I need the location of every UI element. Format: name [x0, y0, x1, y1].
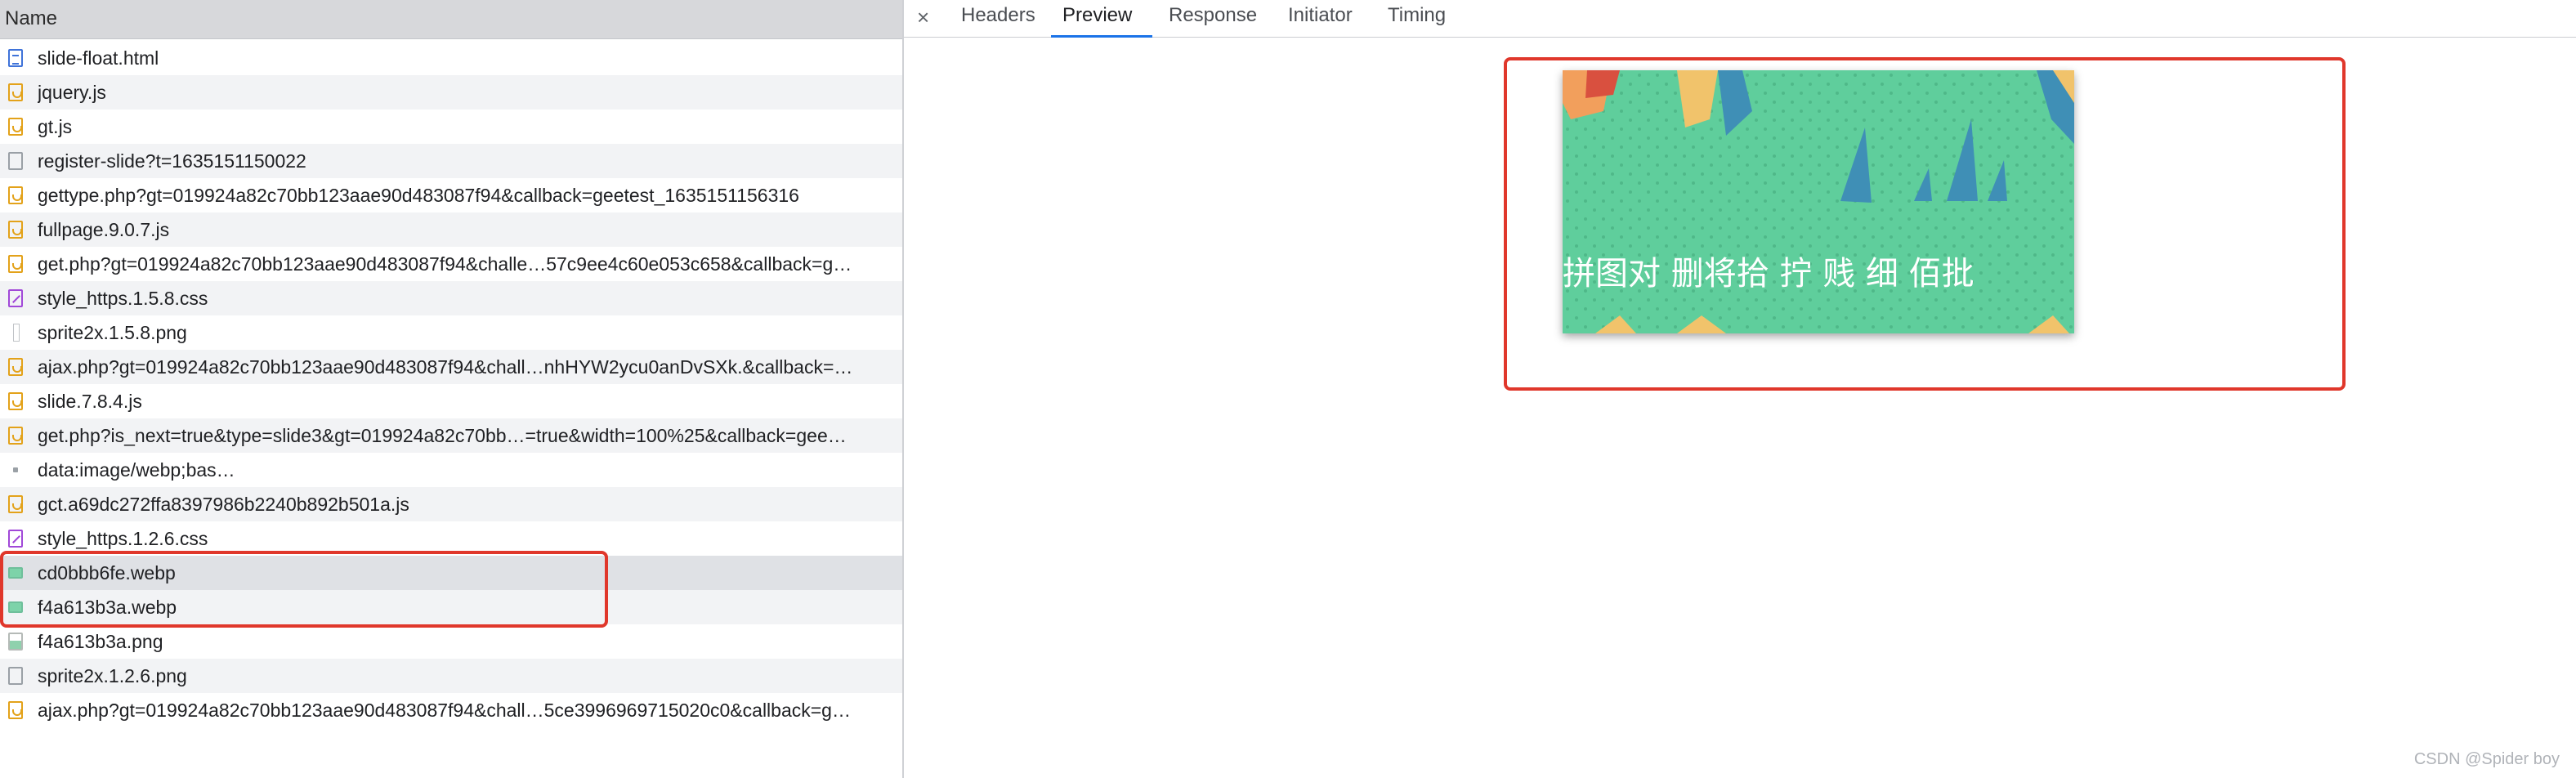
script-icon [8, 186, 23, 204]
document-icon [8, 49, 23, 67]
request-rows: slide-float.html jquery.js gt.js registe… [0, 41, 902, 727]
request-name: f4a613b3a.webp [38, 597, 177, 618]
tab-timing[interactable]: Timing [1388, 4, 1446, 27]
name-column-header[interactable]: Name [0, 0, 902, 39]
request-row[interactable]: sprite2x.1.5.8.png [0, 315, 902, 350]
request-name: gettype.php?gt=019924a82c70bb123aae90d48… [38, 185, 799, 206]
request-row[interactable]: ajax.php?gt=019924a82c70bb123aae90d48308… [0, 693, 902, 727]
data-icon [13, 467, 18, 472]
png-icon [8, 633, 23, 651]
request-row[interactable]: slide.7.8.4.js [0, 384, 902, 418]
request-row[interactable]: get.php?gt=019924a82c70bb123aae90d483087… [0, 247, 902, 281]
close-icon[interactable]: × [917, 5, 929, 29]
captcha-background-image: 拼图对 删将拾 拧 贱 细 佰批 [1563, 70, 2074, 333]
request-row[interactable]: data:image/webp;bas… [0, 453, 902, 487]
image-icon [8, 567, 23, 579]
blank-file-icon [8, 667, 23, 685]
blank-file-icon [8, 152, 23, 170]
stylesheet-icon [8, 530, 23, 548]
request-name: ajax.php?gt=019924a82c70bb123aae90d48308… [38, 700, 851, 721]
script-icon [8, 255, 23, 273]
captcha-caption-text: 拼图对 删将拾 拧 贱 细 佰批 [1563, 255, 1974, 293]
details-panel: × Headers Preview Response Initiator Tim… [904, 0, 2576, 778]
request-name: style_https.1.2.6.css [38, 528, 208, 549]
script-icon [8, 495, 23, 513]
request-name: gt.js [38, 116, 73, 137]
request-name: fullpage.9.0.7.js [38, 219, 170, 240]
request-row-selected[interactable]: cd0bbb6fe.webp [0, 556, 902, 590]
request-row[interactable]: gct.a69dc272ffa8397986b2240b892b501a.js [0, 487, 902, 521]
request-row[interactable]: style_https.1.5.8.css [0, 281, 902, 315]
stylesheet-icon [8, 289, 23, 307]
image-icon [8, 601, 23, 613]
request-row[interactable]: fullpage.9.0.7.js [0, 212, 902, 247]
request-name: register-slide?t=1635151150022 [38, 150, 306, 172]
request-row[interactable]: gettype.php?gt=019924a82c70bb123aae90d48… [0, 178, 902, 212]
request-list-panel: Name slide-float.html jquery.js gt.js re… [0, 0, 902, 778]
thin-image-icon [13, 324, 20, 342]
request-name: sprite2x.1.5.8.png [38, 322, 187, 343]
request-name: get.php?gt=019924a82c70bb123aae90d483087… [38, 253, 852, 275]
puzzle-image-graphic: 拼图对 删将拾 拧 贱 细 佰批 [1563, 70, 2074, 333]
script-icon [8, 427, 23, 445]
script-icon [8, 392, 23, 410]
request-row[interactable]: f4a613b3a.png [0, 624, 902, 659]
request-name: f4a613b3a.png [38, 631, 163, 652]
request-name: slide.7.8.4.js [38, 391, 142, 412]
script-icon [8, 83, 23, 101]
script-icon [8, 701, 23, 719]
request-name: gct.a69dc272ffa8397986b2240b892b501a.js [38, 494, 409, 515]
request-row[interactable]: sprite2x.1.2.6.png [0, 659, 902, 693]
request-name: jquery.js [38, 82, 106, 103]
request-row[interactable]: get.php?is_next=true&type=slide3&gt=0199… [0, 418, 902, 453]
request-name: slide-float.html [38, 47, 159, 69]
request-name: cd0bbb6fe.webp [38, 562, 176, 584]
request-name: sprite2x.1.2.6.png [38, 665, 187, 686]
tab-initiator[interactable]: Initiator [1288, 4, 1353, 27]
script-icon [8, 358, 23, 376]
request-row[interactable]: f4a613b3a.webp [0, 590, 902, 624]
name-column-label: Name [5, 7, 58, 29]
script-icon [8, 118, 23, 136]
request-row[interactable]: gt.js [0, 110, 902, 144]
request-row[interactable]: style_https.1.2.6.css [0, 521, 902, 556]
tab-response[interactable]: Response [1169, 4, 1257, 27]
csdn-watermark: CSDN @Spider boy [2413, 750, 2560, 768]
tab-preview[interactable]: Preview [1062, 4, 1132, 27]
request-name: style_https.1.5.8.css [38, 288, 208, 309]
script-icon [8, 221, 23, 239]
request-name: data:image/webp;bas… [38, 459, 235, 481]
tab-headers[interactable]: Headers [961, 4, 1035, 27]
request-name: get.php?is_next=true&type=slide3&gt=0199… [38, 425, 847, 446]
details-tab-bar: × Headers Preview Response Initiator Tim… [904, 0, 2576, 38]
request-row[interactable]: jquery.js [0, 75, 902, 110]
request-name: ajax.php?gt=019924a82c70bb123aae90d48308… [38, 356, 853, 378]
request-row[interactable]: ajax.php?gt=019924a82c70bb123aae90d48308… [0, 350, 902, 384]
request-row[interactable]: register-slide?t=1635151150022 [0, 144, 902, 178]
request-row[interactable]: slide-float.html [0, 41, 902, 75]
active-tab-indicator [1051, 35, 1152, 38]
